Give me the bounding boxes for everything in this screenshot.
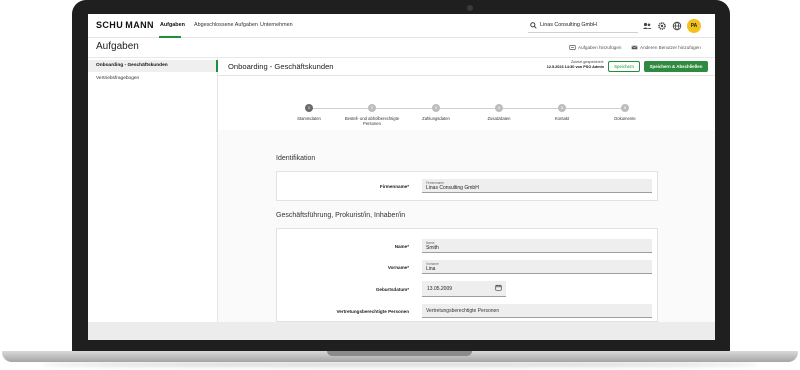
top-navigation: SCHU MANN Aufgaben Abgeschlossene Aufgab… [88,14,715,38]
name-value: Smith [426,245,439,251]
step-5-dot[interactable]: 5 [558,104,566,112]
step-6-label[interactable]: Dokumente [595,116,655,121]
company-search[interactable]: Linas Consulting GmbH [528,19,638,33]
content-title: Onboarding - Geschäftskunden [228,62,334,71]
step-4-label[interactable]: Zusatzdaten [469,116,529,121]
search-value: Linas Consulting GmbH [540,22,597,28]
last-saved-info: Zuletzt gespeichert: 12.5.2023 14:30 von… [532,60,604,70]
add-task-label: Aufgaben hinzufügen [578,45,622,50]
stepper: 1 Stammdaten 2 Bestell- und abholberecht… [218,76,715,130]
camera-icon [467,5,473,11]
laptop-notch [327,351,472,356]
company-name-value: Linas Consulting GmbH [426,185,479,191]
name-label: Name* [394,244,409,249]
add-user-label: Anderen Benutzer hinzufügen [640,45,701,50]
vorname-field[interactable]: Vorname Lina [422,260,652,274]
add-user-button[interactable]: Anderen Benutzer hinzufügen [631,45,701,50]
step-4-dot[interactable]: 4 [495,104,503,112]
management-card: Name* Name Smith Vorname* Vorname Lina G… [276,228,658,322]
representatives-value: Vertretungsberechtigte Personen [426,308,500,314]
page-header: Aufgaben Aufgaben hinzufügen Anderen Ben… [88,38,715,58]
last-saved-value: 12.5.2023 14:30 von PSO Admin [546,65,604,69]
birthdate-field[interactable]: 13.05.2009 [422,281,506,297]
brand-logo[interactable]: SCHU MANN [96,20,154,30]
identification-card: Firmenname* Firmenname Linas Consulting … [276,171,658,201]
step-3-label[interactable]: Zahlungsdaten [406,116,466,121]
add-task-button[interactable]: Aufgaben hinzufügen [569,45,622,50]
sidebar-item-vertriebsfragebogen[interactable]: Vertriebsfragebogen [88,73,218,85]
sidebar-item-onboarding[interactable]: Onboarding - Geschäftskunden [88,60,218,72]
search-icon [530,22,537,29]
vorname-label: Vorname* [387,265,409,270]
step-2-label[interactable]: Bestell- und abholberechtigte Personen [342,116,402,126]
management-title: Geschäftsführung, Prokurist/in, Inhaber/… [276,212,406,219]
step-6-dot[interactable]: 6 [621,104,629,112]
vorname-value: Lina [426,266,436,272]
sidebar: Onboarding - Geschäftskunden Vertriebsfr… [88,58,218,340]
save-button[interactable]: Speichern [608,61,640,72]
representatives-field[interactable]: Vertretungsberechtigte Personen [422,304,652,318]
step-2-dot[interactable]: 2 [368,104,376,112]
step-1-label[interactable]: Stammdaten [279,116,339,121]
identification-title: Identifikation [276,155,316,162]
company-name-field[interactable]: Firmenname Linas Consulting GmbH [422,179,652,193]
stepper-track [310,108,625,109]
laptop-shadow [40,362,760,367]
user-avatar[interactable]: PA [687,19,701,33]
nav-link-abgeschlossene[interactable]: Abgeschlossene Aufgaben [194,22,258,28]
mail-icon [631,45,638,50]
bottom-area [88,322,715,340]
birthdate-label: Geburtsdatum* [375,287,409,292]
representatives-label: Vertretungsberechtigte Personen [336,309,410,314]
calendar-icon[interactable] [495,284,502,291]
birthdate-value: 13.05.2009 [427,286,453,292]
nav-link-unternehmen[interactable]: Unternehmen [260,22,293,28]
save-and-close-button[interactable]: Speichern & Abschließen [644,61,708,72]
company-name-label: Firmenname* [379,184,409,189]
globe-icon[interactable] [672,21,682,31]
app-screen: SCHU MANN Aufgaben Abgeschlossene Aufgab… [88,14,715,340]
gear-icon[interactable] [657,21,667,31]
users-icon[interactable] [642,21,652,31]
page-title: Aufgaben [96,41,139,52]
step-1-dot[interactable]: 1 [305,104,313,112]
task-add-icon [569,45,576,50]
nav-link-aufgaben[interactable]: Aufgaben [160,22,185,28]
main-content: Onboarding - Geschäftskunden Zuletzt ges… [218,58,715,322]
laptop-mockup: SCHU MANN Aufgaben Abgeschlossene Aufgab… [0,0,800,370]
content-header: Onboarding - Geschäftskunden Zuletzt ges… [218,58,715,76]
step-5-label[interactable]: Kontakt [532,116,592,121]
step-3-dot[interactable]: 3 [432,104,440,112]
name-field[interactable]: Name Smith [422,239,652,253]
